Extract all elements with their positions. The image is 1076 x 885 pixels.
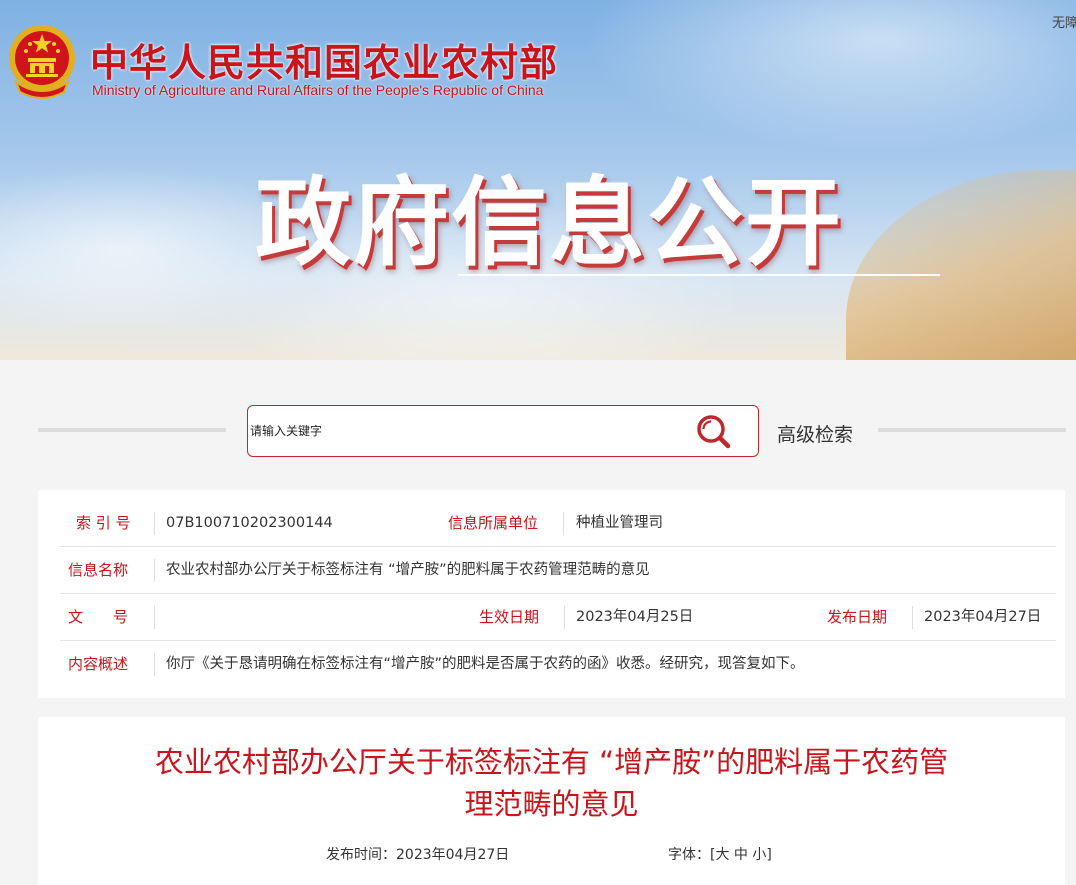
index-value: 07B100710202300144 xyxy=(166,515,333,531)
column-divider xyxy=(154,512,155,535)
ministry-name-cn[interactable]: 中华人民共和国农业农村部 xyxy=(90,32,558,87)
search-box xyxy=(247,405,759,457)
national-emblem-icon[interactable] xyxy=(6,22,78,102)
info-table: 索 引 号 07B100710202300144 信息所属单位 种植业管理司 信… xyxy=(38,490,1065,698)
font-large-button[interactable]: 大 xyxy=(715,847,729,863)
ministry-name-en[interactable]: Ministry of Agriculture and Rural Affair… xyxy=(92,82,543,98)
search-divider-right xyxy=(878,428,1066,432)
publish-time: 发布时间：2023年04月27日 xyxy=(326,847,510,863)
advanced-search-link[interactable]: 高级检索 xyxy=(777,420,853,447)
font-size-bracket: ] xyxy=(766,847,772,863)
column-divider xyxy=(154,653,155,676)
summary-value: 你厅《关于恳请明确在标签标注有“增产胺”的肥料是否属于农药的函》收悉。经研究，现… xyxy=(166,656,805,672)
font-medium-button[interactable]: 中 xyxy=(734,847,748,863)
unit-value: 种植业管理司 xyxy=(576,515,663,531)
search-icon[interactable] xyxy=(694,412,734,452)
wheat-decoration xyxy=(846,170,1076,360)
font-size-label: 字体：[ xyxy=(668,847,716,863)
font-small-button[interactable]: 小 xyxy=(752,847,766,863)
unit-label: 信息所属单位 xyxy=(448,514,539,532)
doc-no-label: 文 号 xyxy=(68,608,129,626)
accessibility-link[interactable]: 无障碍 xyxy=(1052,12,1076,31)
info-row-index: 索 引 号 07B100710202300144 信息所属单位 种植业管理司 xyxy=(60,500,1056,547)
search-divider-left xyxy=(38,428,226,432)
column-divider xyxy=(564,606,565,629)
column-divider xyxy=(563,512,564,535)
title-underline xyxy=(458,274,940,276)
article-title: 农业农村部办公厅关于标签标注有 “增产胺”的肥料属于农药管 理范畴的意见 xyxy=(78,741,1025,825)
effective-date-value: 2023年04月25日 xyxy=(576,609,694,625)
info-row-docno: 文 号 生效日期 2023年04月25日 发布日期 2023年04月27日 xyxy=(60,594,1056,641)
column-divider xyxy=(154,606,155,629)
column-divider xyxy=(154,559,155,582)
info-row-name: 信息名称 农业农村部办公厅关于标签标注有 “增产胺”的肥料属于农药管理范畴的意见 xyxy=(60,547,1056,594)
name-label: 信息名称 xyxy=(68,561,129,579)
info-row-summary: 内容概述 你厅《关于恳请明确在标签标注有“增产胺”的肥料是否属于农药的函》收悉。… xyxy=(60,641,1056,688)
summary-label: 内容概述 xyxy=(68,655,129,673)
published-date-label: 发布日期 xyxy=(827,608,888,626)
effective-date-label: 生效日期 xyxy=(479,608,540,626)
search-input[interactable] xyxy=(248,406,688,456)
column-divider xyxy=(912,606,913,629)
published-date-value: 2023年04月27日 xyxy=(924,609,1042,625)
article-title-line2: 理范畴的意见 xyxy=(464,787,639,821)
article-card: 农业农村部办公厅关于标签标注有 “增产胺”的肥料属于农药管 理范畴的意见 发布时… xyxy=(38,717,1065,885)
index-label: 索 引 号 xyxy=(76,514,131,532)
font-size-control: 字体：[大 中 小] xyxy=(668,844,772,864)
section-title: 政府信息公开 xyxy=(255,167,843,279)
article-title-line1: 农业农村部办公厅关于标签标注有 “增产胺”的肥料属于农药管 xyxy=(154,745,949,779)
header-banner: 中华人民共和国农业农村部 Ministry of Agriculture and… xyxy=(0,0,1076,360)
name-value: 农业农村部办公厅关于标签标注有 “增产胺”的肥料属于农药管理范畴的意见 xyxy=(166,562,650,578)
